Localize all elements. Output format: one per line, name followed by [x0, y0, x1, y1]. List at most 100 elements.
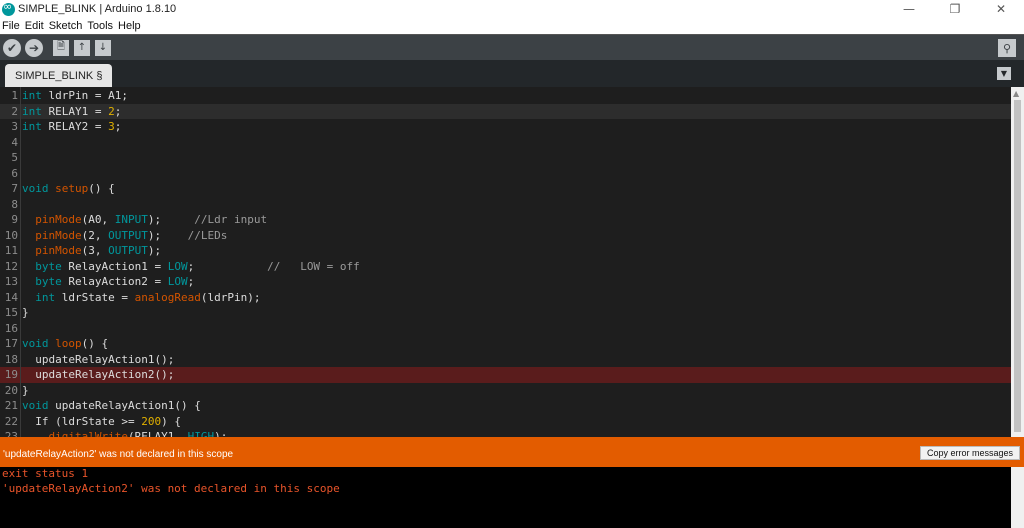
code-line[interactable]: 23 digitalWrite(RELAY1, HIGH);	[0, 429, 1011, 437]
line-number: 8	[11, 197, 18, 211]
code-line[interactable]: 1 int ldrPin = A1;	[0, 88, 1011, 104]
code-line[interactable]: 11 pinMode(3, OUTPUT);	[0, 243, 1011, 259]
new-file-icon: 🗎	[56, 41, 66, 52]
line-number: 15	[4, 306, 18, 319]
line-number: 18	[4, 352, 18, 366]
code-line[interactable]: 14 int ldrState = analogRead(ldrPin);	[0, 290, 1011, 306]
code-text: int RELAY1 = 2;	[22, 104, 122, 118]
minimize-button[interactable]: —	[886, 0, 932, 18]
verify-button[interactable]: ✔	[3, 38, 21, 57]
line-number: 20	[4, 383, 18, 397]
code-line[interactable]: 16	[0, 321, 1011, 337]
window-title: SIMPLE_BLINK | Arduino 1.8.10	[18, 3, 177, 15]
title-bar: SIMPLE_BLINK | Arduino 1.8.10 — ❐ ✕	[0, 0, 1024, 18]
scroll-up-icon[interactable]: ▲	[1013, 89, 1019, 98]
menu-sketch[interactable]: Sketch	[49, 20, 83, 32]
save-button[interactable]: ↓	[95, 39, 111, 56]
line-number: 21	[4, 399, 18, 412]
chevron-down-icon: ▼	[1000, 69, 1008, 78]
line-number: 17	[4, 337, 18, 350]
code-text: int RELAY2 = 3;	[22, 120, 122, 133]
copy-error-messages-button[interactable]: Copy error messages	[919, 446, 1020, 460]
code-line[interactable]: 10 pinMode(2, OUTPUT); //LEDs	[0, 228, 1011, 244]
code-text: If (ldrState >= 200) {	[22, 414, 181, 428]
code-line[interactable]: 5	[0, 150, 1011, 166]
console-line: 'updateRelayAction2' was not declared in…	[2, 482, 340, 495]
checkmark-icon: ✔	[6, 40, 18, 55]
line-number: 2	[11, 104, 18, 118]
window-controls: — ❐ ✕	[886, 0, 1024, 18]
line-number: 6	[11, 166, 18, 180]
line-number: 5	[11, 151, 18, 164]
line-number: 10	[4, 228, 18, 242]
code-line[interactable]: 19 updateRelayAction2();	[0, 367, 1011, 383]
scroll-thumb[interactable]	[1014, 100, 1021, 432]
code-text: int ldrPin = A1;	[22, 89, 128, 102]
code-line[interactable]: 3 int RELAY2 = 3;	[0, 119, 1011, 135]
restore-button[interactable]: ❐	[932, 0, 978, 18]
code-text: void updateRelayAction1() {	[22, 399, 201, 412]
code-line[interactable]: 21 void updateRelayAction1() {	[0, 398, 1011, 414]
tab-menu-button[interactable]: ▼	[997, 67, 1011, 80]
code-line[interactable]: 20}	[0, 383, 1011, 399]
line-number: 7	[11, 182, 18, 195]
line-number: 22	[4, 414, 18, 428]
line-number: 19	[4, 368, 18, 381]
code-text: digitalWrite(RELAY1, HIGH);	[48, 430, 228, 437]
line-number: 4	[11, 135, 18, 149]
arrow-right-icon: ➔	[28, 40, 40, 55]
line-number: 23	[4, 430, 18, 437]
code-text: }	[22, 383, 29, 397]
line-number: 9	[11, 213, 18, 226]
line-number: 12	[4, 259, 18, 273]
close-button[interactable]: ✕	[978, 0, 1024, 18]
new-sketch-button[interactable]: 🗎	[53, 39, 69, 56]
code-editor[interactable]: 23 digitalWrite(RELAY1, HIGH); 22 If (ldr…	[0, 87, 1024, 437]
code-line[interactable]: 13 byte RelayAction2 = LOW;	[0, 274, 1011, 290]
code-line[interactable]: 4	[0, 135, 1011, 151]
code-line[interactable]: 12 byte RelayAction1 = LOW; // LOW = off	[0, 259, 1011, 275]
code-line[interactable]: 18 updateRelayAction1();	[0, 352, 1011, 368]
magnifier-icon: ⚲	[1002, 41, 1012, 55]
code-line[interactable]: 22 If (ldrState >= 200) {	[0, 414, 1011, 430]
menu-bar: File Edit Sketch Tools Help	[0, 18, 1024, 34]
code-line[interactable]: 9 pinMode(A0, INPUT); //Ldr input	[0, 212, 1011, 228]
code-line[interactable]: 15}	[0, 305, 1011, 321]
code-line[interactable]: 17 void loop() {	[0, 336, 1011, 352]
code-text: updateRelayAction2();	[22, 368, 175, 381]
code-text: void loop() {	[22, 337, 109, 350]
upload-button[interactable]: ➔	[25, 38, 43, 57]
code-line[interactable]: 8	[0, 197, 1011, 213]
tab-simple-blink[interactable]: SIMPLE_BLINK §	[5, 64, 113, 87]
code-line[interactable]: 6	[0, 166, 1011, 182]
arrow-down-icon: ↓	[98, 42, 108, 53]
error-bar: 'updateRelayAction2' was not declared in…	[0, 437, 1024, 467]
code-text: }	[22, 306, 29, 319]
line-number: 16	[4, 321, 18, 335]
code-text: pinMode(A0, INPUT); //Ldr input	[35, 213, 268, 226]
arduino-logo-icon	[2, 0, 15, 16]
menu-tools[interactable]: Tools	[87, 20, 113, 32]
gutter-separator	[20, 87, 21, 437]
serial-monitor-button[interactable]: ⚲	[998, 39, 1016, 57]
line-number: 14	[4, 290, 18, 304]
menu-help[interactable]: Help	[118, 20, 141, 32]
toolbar: ✔ ➔ 🗎 ↑ ↓ ⚲	[0, 34, 1024, 60]
menu-file[interactable]: File	[2, 20, 20, 32]
console-scrollbar[interactable]	[1011, 467, 1024, 528]
error-message: 'updateRelayAction2' was not declared in…	[3, 449, 234, 460]
tab-bar: SIMPLE_BLINK § ▼	[0, 60, 1024, 87]
code-line[interactable]: 2 int RELAY1 = 2;	[0, 103, 1011, 119]
console-line: exit status 1	[2, 467, 89, 480]
code-line[interactable]: 7 void setup() {	[0, 181, 1011, 197]
code-text: updateRelayAction1();	[22, 352, 175, 366]
editor-scrollbar[interactable]: ▲	[1011, 87, 1024, 437]
line-number: 11	[4, 244, 18, 257]
open-button[interactable]: ↑	[74, 39, 90, 56]
menu-edit[interactable]: Edit	[25, 20, 44, 32]
code-text: pinMode(2, OUTPUT); //LEDs	[35, 228, 228, 242]
console-output[interactable]: exit status 1 'updateRelayAction2' was n…	[0, 467, 1024, 528]
line-number: 3	[11, 120, 18, 133]
arrow-up-icon: ↑	[77, 42, 87, 53]
code-text: byte RelayAction2 = LOW;	[35, 275, 195, 288]
